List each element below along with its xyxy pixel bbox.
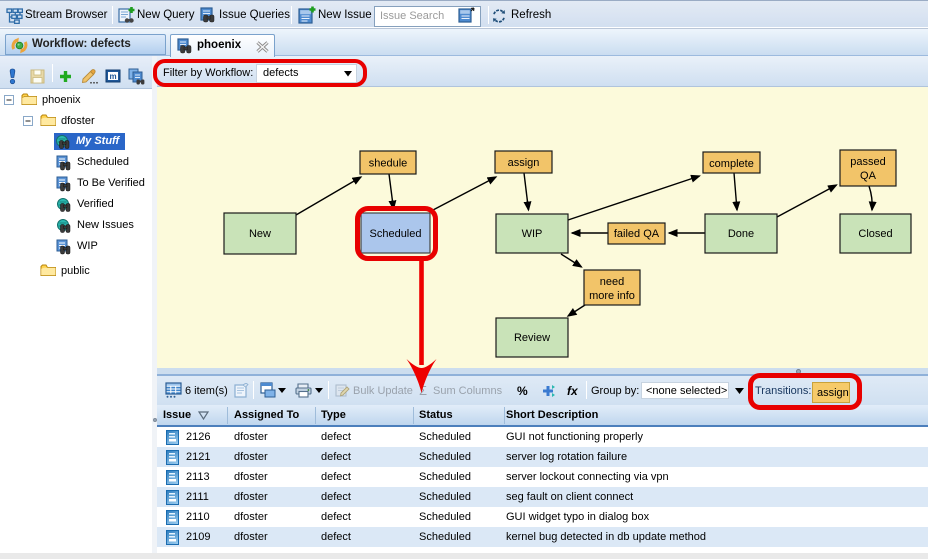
svg-text:Closed: Closed <box>858 228 892 240</box>
svg-text:complete: complete <box>709 158 754 170</box>
svg-text:Done: Done <box>728 228 754 240</box>
svg-text:passed: passed <box>850 156 885 168</box>
svg-text:assign: assign <box>508 157 540 169</box>
svg-text:shedule: shedule <box>369 158 408 170</box>
svg-text:more info: more info <box>589 290 635 302</box>
svg-text:failed QA: failed QA <box>614 228 660 240</box>
svg-text:Review: Review <box>514 332 550 344</box>
svg-text:QA: QA <box>860 170 877 182</box>
svg-text:WIP: WIP <box>522 228 543 240</box>
svg-text:need: need <box>600 276 624 288</box>
svg-text:m: m <box>109 72 116 81</box>
svg-text:New: New <box>249 228 271 240</box>
